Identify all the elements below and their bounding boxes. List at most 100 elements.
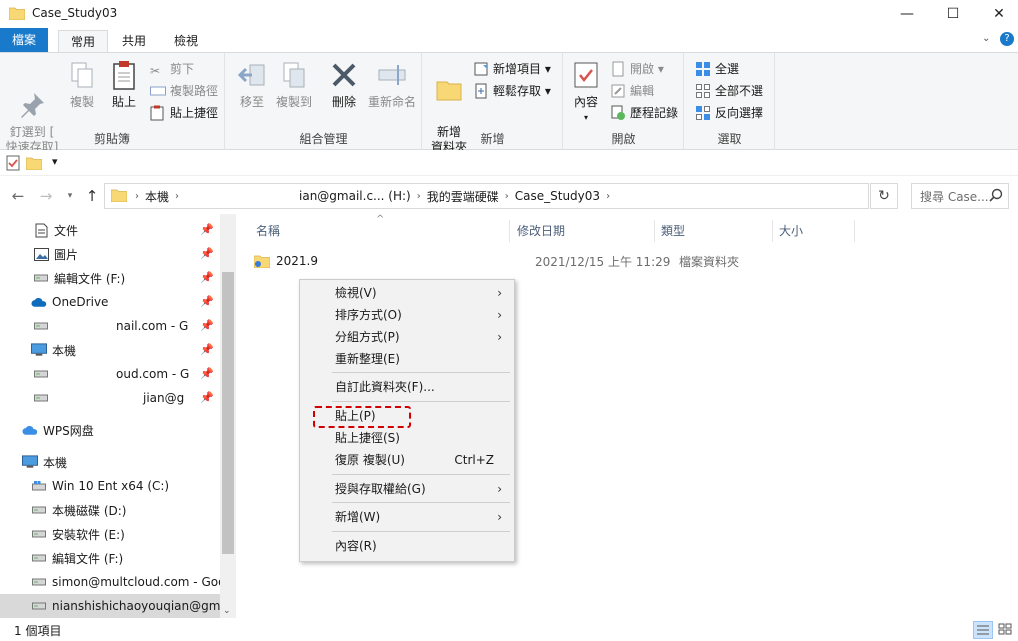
nav-item-jian-drive[interactable]: jian@g 📌 — [0, 386, 220, 410]
paste-shortcut-button[interactable]: 貼上捷徑 — [150, 103, 218, 123]
nav-item-drive-f[interactable]: 編辑文件 (F:) — [0, 546, 220, 570]
nav-item-this-pc-pinned[interactable]: 本機 📌 — [0, 338, 220, 362]
column-header-name[interactable]: 名稱 — [250, 220, 510, 242]
close-button[interactable]: ✕ — [976, 0, 1018, 28]
cut-button[interactable]: ✂ 剪下 — [150, 59, 194, 79]
help-icon[interactable]: ? — [1000, 32, 1014, 46]
rename-button[interactable]: 重新命名 — [364, 59, 420, 110]
nav-item-wps[interactable]: WPS网盘 — [0, 418, 220, 442]
collapse-ribbon-icon[interactable]: ⌄ — [982, 33, 990, 44]
select-all-button[interactable]: 全選 — [695, 59, 739, 79]
nav-item-gmail-drive[interactable]: nail.com - G 📌 — [0, 314, 220, 338]
copy-button[interactable]: 複製 — [62, 59, 102, 110]
nav-item-drive-e[interactable]: 安裝软件 (E:) — [0, 522, 220, 546]
nav-item-multcloud-drive[interactable]: simon@multcloud.com - Goo — [0, 570, 220, 594]
menu-separator — [332, 531, 510, 532]
organize-group: 移至 複製到 刪除 重新命名 組合管理 — [226, 53, 422, 150]
copy-path-button[interactable]: 複製路徑 — [150, 81, 218, 101]
up-button[interactable]: ↑ — [82, 186, 102, 206]
breadcrumb-my-drive[interactable]: 我的雲端硬碟 — [427, 188, 499, 205]
minimize-button[interactable]: — — [884, 0, 930, 28]
table-row[interactable]: 2021.9 2021/12/15 上午 11:29 檔案資料夾 — [253, 250, 774, 272]
status-bar: 1 個項目 — [0, 618, 1018, 641]
properties-check-icon[interactable] — [6, 155, 20, 174]
refresh-button[interactable]: ↻ — [870, 183, 898, 209]
breadcrumb-this-pc[interactable]: 本機 — [145, 188, 169, 205]
address-bar[interactable]: › 本機 › ian@gmail.c... (H:) › 我的雲端硬碟 › Ca… — [104, 183, 869, 209]
navigation-scrollbar[interactable]: ⌄ — [220, 214, 236, 618]
select-none-button[interactable]: 全部不選 — [695, 81, 763, 101]
new-item-button[interactable]: 新增項目 ▾ — [473, 59, 551, 79]
tab-file[interactable]: 檔案 — [0, 28, 48, 52]
breadcrumb-separator-icon[interactable]: › — [606, 191, 610, 202]
file-name: 2021.9 — [276, 254, 318, 268]
menu-item-view[interactable]: 檢視(V) › — [302, 282, 512, 304]
drive-icon — [31, 550, 47, 566]
menu-item-customize-folder[interactable]: 自訂此資料夾(F)... — [302, 376, 512, 398]
move-to-button[interactable]: 移至 — [234, 59, 270, 110]
customize-qat-icon[interactable]: ▾ — [52, 155, 58, 168]
menu-separator — [332, 474, 510, 475]
paste-button[interactable]: 貼上 — [104, 59, 144, 110]
nav-item-drive-c[interactable]: Win 10 Ent x64 (C:) — [0, 474, 220, 498]
ribbon: 釘選到 [ 快速存取] 複製 貼上 ✂ 剪下 複製路徑 貼上捷徑 剪貼簿 移至 … — [0, 52, 1018, 154]
menu-item-group-by[interactable]: 分組方式(P) › — [302, 326, 512, 348]
delete-button[interactable]: 刪除 — [324, 59, 364, 110]
tab-view[interactable]: 檢視 — [162, 30, 210, 52]
history-icon — [610, 105, 626, 121]
menu-item-new[interactable]: 新增(W) › — [302, 506, 512, 528]
nav-item-pictures[interactable]: 圖片 📌 — [0, 242, 220, 266]
new-folder-qat-icon[interactable] — [25, 156, 43, 173]
breadcrumb-case-study[interactable]: Case_Study03 — [515, 189, 600, 203]
scrollbar-thumb[interactable] — [222, 272, 234, 554]
menu-item-sort-by[interactable]: 排序方式(O) › — [302, 304, 512, 326]
search-box[interactable]: 搜尋 Case... — [911, 183, 1009, 209]
easy-access-button[interactable]: 輕鬆存取 ▾ — [473, 81, 551, 101]
pin-icon: 📌 — [200, 271, 214, 284]
nav-item-onedrive[interactable]: OneDrive 📌 — [0, 290, 220, 314]
nav-item-this-pc[interactable]: 本機 — [0, 450, 220, 474]
organize-group-label: 組合管理 — [299, 132, 348, 146]
nav-item-drive-d[interactable]: 本機磁碟 (D:) — [0, 498, 220, 522]
breadcrumb-separator-icon[interactable]: › — [135, 191, 139, 202]
drive-icon — [33, 366, 49, 382]
tab-home[interactable]: 常用 — [58, 30, 109, 53]
new-item-icon — [473, 61, 489, 77]
breadcrumb-separator-icon[interactable]: › — [417, 191, 421, 202]
invert-selection-button[interactable]: 反向選擇 — [695, 103, 763, 123]
nav-item-drive-f-pinned[interactable]: 編輯文件 (F:) 📌 — [0, 266, 220, 290]
drive-icon — [33, 270, 49, 286]
forward-button[interactable]: → — [36, 186, 56, 206]
properties-button[interactable]: 內容 ▾ — [568, 59, 604, 125]
title-bar: Case_Study03 — ☐ ✕ — [0, 0, 1018, 28]
nav-item-gmail-drive-selected[interactable]: nianshishichaoyouqian@gma — [0, 594, 220, 618]
edit-button[interactable]: 編輯 — [610, 81, 654, 101]
large-icons-view-icon[interactable] — [996, 621, 1016, 639]
copy-to-button[interactable]: 複製到 — [272, 59, 316, 110]
breadcrumb-separator-icon[interactable]: › — [505, 191, 509, 202]
scroll-down-icon[interactable]: ⌄ — [223, 606, 231, 616]
breadcrumb-drive-h[interactable]: ian@gmail.c... (H:) — [299, 189, 411, 203]
menu-item-give-access[interactable]: 授與存取權給(G) › — [302, 478, 512, 500]
tab-share[interactable]: 共用 — [110, 30, 158, 52]
cloud-icon — [22, 422, 38, 438]
open-group-label: 開啟 — [611, 132, 636, 146]
back-button[interactable]: ← — [8, 186, 28, 206]
open-icon — [610, 61, 626, 77]
column-header-modified[interactable]: 修改日期 — [511, 220, 655, 242]
drive-icon — [33, 318, 49, 334]
menu-item-refresh[interactable]: 重新整理(E) — [302, 348, 512, 370]
menu-item-paste-shortcut[interactable]: 貼上捷徑(S) — [302, 427, 512, 449]
recent-locations-icon[interactable]: ▾ — [60, 186, 80, 206]
details-view-icon[interactable] — [973, 621, 993, 639]
open-button[interactable]: 開啟 ▾ — [610, 59, 664, 79]
column-header-type[interactable]: 類型 — [655, 220, 773, 242]
column-header-size[interactable]: 大小 — [773, 220, 855, 242]
maximize-button[interactable]: ☐ — [930, 0, 976, 28]
menu-item-properties[interactable]: 內容(R) — [302, 535, 512, 557]
nav-item-documents[interactable]: 文件 📌 — [0, 218, 220, 242]
history-button[interactable]: 歷程記錄 — [610, 103, 678, 123]
menu-item-undo-copy[interactable]: 復原 複製(U) Ctrl+Z — [302, 449, 512, 471]
breadcrumb-separator-icon[interactable]: › — [175, 191, 179, 202]
nav-item-cloud-drive[interactable]: oud.com - G 📌 — [0, 362, 220, 386]
